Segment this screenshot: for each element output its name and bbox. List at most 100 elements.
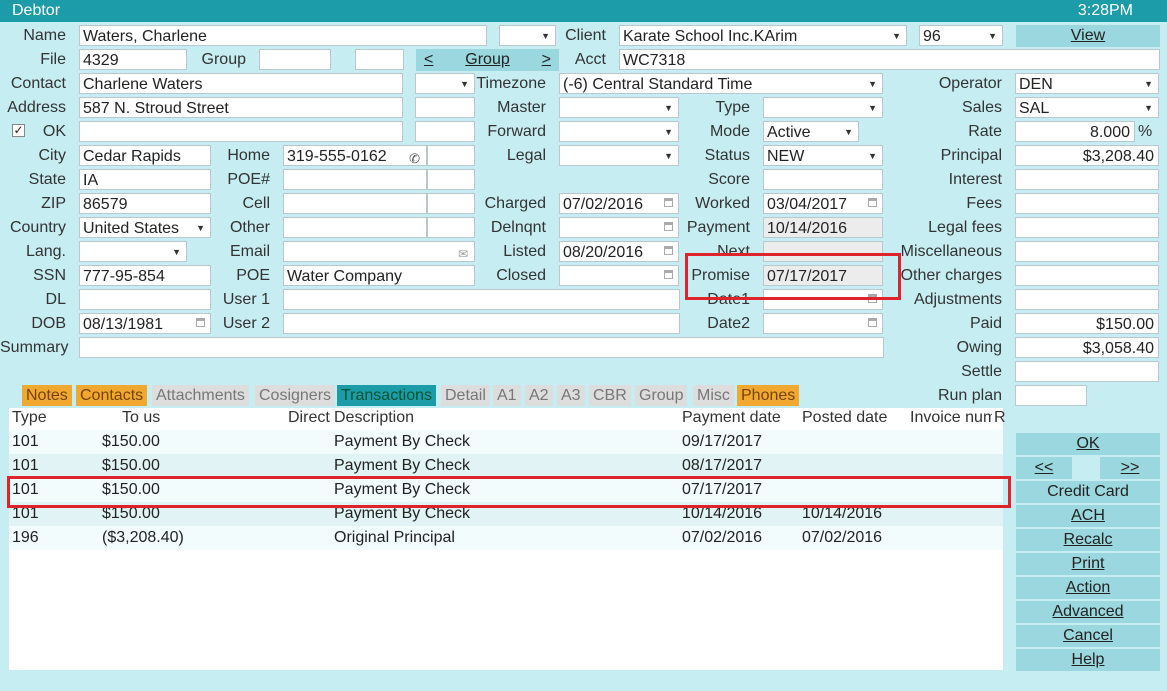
- cell-ext-field[interactable]: [427, 193, 475, 214]
- user2-field[interactable]: [283, 313, 680, 334]
- interest-field[interactable]: [1015, 169, 1159, 190]
- country-select[interactable]: United States ▼: [79, 217, 211, 238]
- calendar-icon[interactable]: [868, 198, 877, 207]
- sales-select[interactable]: SAL ▼: [1015, 97, 1159, 118]
- cancel-button[interactable]: Cancel: [1016, 625, 1160, 647]
- paid-field[interactable]: $150.00: [1015, 313, 1159, 334]
- forward-select[interactable]: ▼: [559, 121, 679, 142]
- status-select[interactable]: NEW ▼: [763, 145, 883, 166]
- view-button[interactable]: View: [1016, 25, 1160, 47]
- home-phone-field[interactable]: 319-555-0162 ✆: [283, 145, 427, 166]
- contact-field[interactable]: Charlene Waters: [79, 73, 403, 94]
- legal-fees-field[interactable]: [1015, 217, 1159, 238]
- email-field[interactable]: ✉: [283, 241, 475, 262]
- zip-field[interactable]: 86579: [79, 193, 211, 214]
- col-r[interactable]: R: [994, 409, 1006, 427]
- action-button[interactable]: Action: [1016, 577, 1160, 599]
- group-field[interactable]: [259, 49, 331, 70]
- address-field[interactable]: 587 N. Stroud Street: [79, 97, 403, 118]
- tab-misc[interactable]: Misc: [693, 385, 734, 406]
- prev-record-button[interactable]: <<: [1016, 457, 1072, 479]
- client-number-select[interactable]: 96 ▼: [919, 25, 1003, 46]
- next-record-button[interactable]: >>: [1100, 457, 1160, 479]
- lang-select[interactable]: ▼: [79, 241, 187, 262]
- timezone-select[interactable]: (-6) Central Standard Time ▼: [559, 73, 883, 94]
- type-select[interactable]: ▼: [763, 97, 883, 118]
- credit-card-button[interactable]: Credit Card: [1016, 481, 1160, 503]
- ok-button[interactable]: OK: [1016, 433, 1160, 455]
- address2-field[interactable]: [79, 121, 403, 142]
- other-ext-field[interactable]: [427, 217, 475, 238]
- col-invoice[interactable]: Invoice num: [910, 409, 992, 427]
- adjustments-field[interactable]: [1015, 289, 1159, 310]
- other-charges-field[interactable]: [1015, 265, 1159, 286]
- tab-cbr[interactable]: CBR: [589, 385, 631, 406]
- calendar-icon[interactable]: [664, 222, 673, 231]
- calendar-icon[interactable]: [664, 246, 673, 255]
- fees-field[interactable]: [1015, 193, 1159, 214]
- summary-field[interactable]: [79, 337, 884, 358]
- col-to-us[interactable]: To us: [122, 409, 160, 427]
- city-field[interactable]: Cedar Rapids: [79, 145, 211, 166]
- poe-field[interactable]: Water Company: [283, 265, 475, 286]
- operator-select[interactable]: DEN ▼: [1015, 73, 1159, 94]
- principal-field[interactable]: $3,208.40: [1015, 145, 1159, 166]
- tab-transactions[interactable]: Transactions: [337, 385, 436, 406]
- calendar-icon[interactable]: [664, 270, 673, 279]
- print-button[interactable]: Print: [1016, 553, 1160, 575]
- table-row[interactable]: 101 $150.00 Payment By Check 08/17/2017: [9, 454, 1003, 478]
- col-description[interactable]: Description: [334, 409, 414, 427]
- poe-num-ext-field[interactable]: [427, 169, 475, 190]
- group-nav-button[interactable]: < Group >: [416, 49, 559, 71]
- name-field[interactable]: Waters, Charlene: [79, 25, 487, 46]
- date2-field[interactable]: [763, 313, 883, 334]
- col-direct[interactable]: Direct: [288, 409, 330, 427]
- mode-select[interactable]: Active ▼: [763, 121, 859, 142]
- tab-detail[interactable]: Detail: [441, 385, 490, 406]
- table-row[interactable]: 196 ($3,208.40) Original Principal 07/02…: [9, 526, 1003, 550]
- tab-attachments[interactable]: Attachments: [152, 385, 249, 406]
- mail-icon[interactable]: ✉: [458, 244, 468, 261]
- group-prev-button[interactable]: <: [424, 49, 433, 71]
- calendar-icon[interactable]: [664, 198, 673, 207]
- tab-contacts[interactable]: Contacts: [76, 385, 148, 406]
- other-phone-field[interactable]: [283, 217, 427, 238]
- col-type[interactable]: Type: [12, 409, 47, 427]
- ok-checkbox[interactable]: ✓: [12, 124, 25, 137]
- charged-date-field[interactable]: 07/02/2016: [559, 193, 679, 214]
- rate-field[interactable]: 8.000: [1015, 121, 1135, 142]
- state-field[interactable]: IA: [79, 169, 211, 190]
- home-ext-field[interactable]: [427, 145, 475, 166]
- phone-icon[interactable]: ✆: [409, 148, 420, 165]
- misc-field[interactable]: [1015, 241, 1159, 262]
- address-extra-field[interactable]: [415, 97, 475, 118]
- ach-button[interactable]: ACH: [1016, 505, 1160, 527]
- file-field[interactable]: 4329: [79, 49, 187, 70]
- col-posted-date[interactable]: Posted date: [802, 409, 887, 427]
- settle-field[interactable]: [1015, 361, 1159, 382]
- master-select[interactable]: ▼: [559, 97, 679, 118]
- tab-group[interactable]: Group: [635, 385, 688, 406]
- ssn-field[interactable]: 777-95-854: [79, 265, 211, 286]
- tab-a3[interactable]: A3: [557, 385, 585, 406]
- tab-phones[interactable]: Phones: [737, 385, 800, 406]
- acct-field[interactable]: WC7318: [619, 49, 1160, 70]
- owing-field[interactable]: $3,058.40: [1015, 337, 1159, 358]
- run-plan-field[interactable]: [1015, 385, 1087, 406]
- table-row[interactable]: 101 $150.00 Payment By Check 09/17/2017: [9, 430, 1003, 454]
- col-payment-date[interactable]: Payment date: [682, 409, 781, 427]
- legal-select[interactable]: ▼: [559, 145, 679, 166]
- recalc-button[interactable]: Recalc: [1016, 529, 1160, 551]
- calendar-icon[interactable]: [868, 318, 877, 327]
- cell-field[interactable]: [283, 193, 427, 214]
- client-select[interactable]: Karate School Inc.KArim ▼: [619, 25, 907, 46]
- user1-field[interactable]: [283, 289, 680, 310]
- score-field[interactable]: [763, 169, 883, 190]
- closed-date-field[interactable]: [559, 265, 679, 286]
- dob-field[interactable]: 08/13/1981: [79, 313, 211, 334]
- listed-date-field[interactable]: 08/20/2016: [559, 241, 679, 262]
- poe-num-field[interactable]: [283, 169, 427, 190]
- tab-a1[interactable]: A1: [493, 385, 521, 406]
- tab-a2[interactable]: A2: [525, 385, 553, 406]
- group-extra-field[interactable]: [355, 49, 404, 70]
